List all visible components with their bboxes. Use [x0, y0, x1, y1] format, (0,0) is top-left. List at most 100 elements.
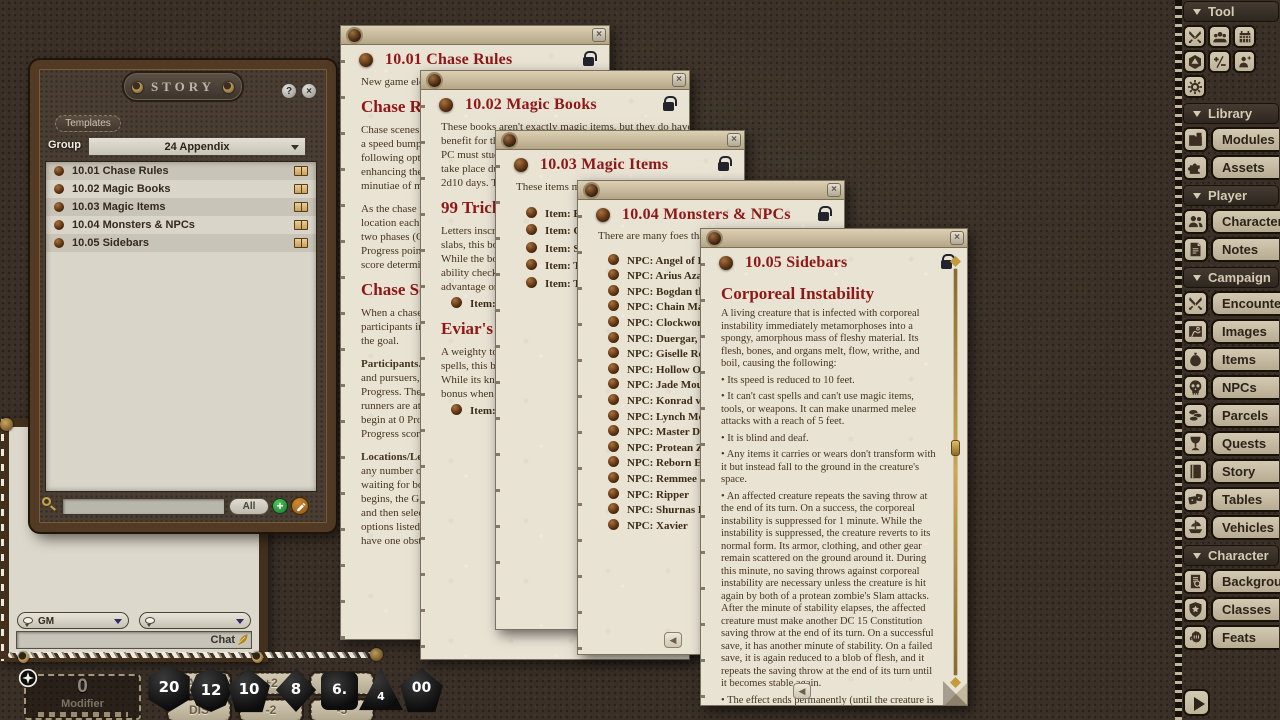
story-window-title-plaque[interactable]: STORY [122, 71, 244, 102]
open-book-icon[interactable] [294, 166, 308, 176]
story-entry-row[interactable]: 10.05 Sidebars [46, 234, 316, 252]
sidebar-item-label[interactable]: Tables [1211, 487, 1279, 512]
window-title-bar[interactable]: × [421, 71, 689, 90]
player-items: Characters Notes [1183, 209, 1279, 262]
record-orb-icon [451, 404, 462, 415]
sidebar-item-label[interactable]: Images [1211, 319, 1279, 344]
open-book-icon[interactable] [294, 238, 308, 248]
record-orb-icon[interactable] [514, 158, 528, 172]
shield-star-icon[interactable] [1183, 597, 1208, 622]
sidebar-item-label[interactable]: Backgrounds [1211, 569, 1280, 594]
close-button[interactable]: × [727, 133, 741, 147]
story-entry-row[interactable]: 10.04 Monsters & NPCs [46, 216, 316, 234]
open-book-icon[interactable] [294, 184, 308, 194]
gear-icon[interactable] [1183, 75, 1206, 98]
resize-corner-handle[interactable] [945, 683, 967, 705]
record-orb-icon [608, 456, 619, 467]
window-title-bar[interactable]: × [701, 229, 967, 248]
crossed-swords-icon[interactable] [1183, 291, 1208, 316]
puzzle-icon[interactable] [1183, 155, 1208, 180]
plus-minus-icon[interactable] [1208, 50, 1231, 73]
sidebar-item-label[interactable]: Vehicles [1211, 515, 1279, 540]
scroll-magnifier-icon[interactable] [1183, 569, 1208, 594]
window-title-bar[interactable]: × [496, 131, 744, 150]
record-orb-icon[interactable] [439, 98, 453, 112]
story-entry-row[interactable]: 10.01 Chase Rules [46, 162, 316, 180]
lock-icon[interactable] [718, 162, 729, 171]
edit-mode-button[interactable] [291, 497, 309, 515]
dice-icon[interactable] [1183, 487, 1208, 512]
note-icon[interactable] [1183, 237, 1208, 262]
sidebar-section-campaign[interactable]: Campaign [1183, 267, 1279, 288]
filter-all-button[interactable]: All [229, 498, 269, 515]
sidebar-item-label[interactable]: Feats [1211, 625, 1279, 650]
folder-icon[interactable] [1183, 127, 1208, 152]
chat-speaker-dropdown[interactable]: GM [17, 612, 129, 629]
add-entry-button[interactable]: + [272, 498, 288, 514]
open-book-icon[interactable] [294, 220, 308, 230]
lock-icon[interactable] [583, 57, 594, 66]
d20-icon[interactable] [1183, 50, 1206, 73]
sidebar-item-label[interactable]: Quests [1211, 431, 1279, 456]
skull-icon[interactable] [1183, 375, 1208, 400]
window-title-bar[interactable]: × [578, 181, 844, 200]
search-input[interactable] [62, 498, 225, 515]
sidebar-item-label[interactable]: Classes [1211, 597, 1279, 622]
goblet-icon[interactable] [1183, 431, 1208, 456]
sidebar-item-label[interactable]: NPCs [1211, 375, 1279, 400]
close-button[interactable]: × [950, 231, 964, 245]
sidebar-item-label[interactable]: Story [1211, 459, 1279, 484]
record-orb-icon[interactable] [719, 256, 733, 270]
sidebar-item-label[interactable]: Characters [1211, 209, 1280, 234]
open-book-icon[interactable] [294, 202, 308, 212]
sidebar-section-character[interactable]: Character [1183, 545, 1279, 566]
effects-icon[interactable] [1233, 50, 1256, 73]
story-entry-row[interactable]: 10.02 Magic Books [46, 180, 316, 198]
group-select[interactable]: 24 Appendix [88, 137, 306, 156]
coins-icon[interactable] [1183, 403, 1208, 428]
close-button[interactable]: × [827, 183, 841, 197]
fist-icon[interactable] [1183, 625, 1208, 650]
help-button[interactable]: ? [281, 83, 297, 99]
sidebar-item-label[interactable]: Notes [1211, 237, 1279, 262]
scrollbar-handle[interactable] [951, 440, 960, 456]
bag-icon[interactable] [1183, 347, 1208, 372]
window-title-bar[interactable]: × [341, 26, 609, 45]
ship-icon[interactable] [1183, 515, 1208, 540]
sidebar-expand-play-button[interactable] [1183, 689, 1210, 716]
book-icon[interactable] [1183, 459, 1208, 484]
close-button[interactable]: × [672, 73, 686, 87]
modifier-cycle-button[interactable] [18, 668, 38, 688]
templates-button[interactable]: Templates [55, 115, 121, 132]
scrollbar[interactable] [954, 269, 957, 675]
close-button[interactable]: × [592, 28, 606, 42]
story-entry-row[interactable]: 10.03 Magic Items [46, 198, 316, 216]
lock-icon[interactable] [663, 102, 674, 111]
record-orb-icon[interactable] [596, 208, 610, 222]
lock-icon[interactable] [818, 212, 829, 221]
sidebar-section-library[interactable]: Library [1183, 103, 1279, 124]
party-icon[interactable] [1208, 25, 1231, 48]
people-icon[interactable] [1183, 209, 1208, 234]
sidebar-item-parcels: Parcels [1183, 403, 1279, 428]
record-orb-icon[interactable] [359, 53, 373, 67]
modifier-box[interactable]: 0 Modifier [24, 674, 141, 720]
die-d6[interactable]: 6. [321, 672, 358, 710]
back-button[interactable]: ◀ [793, 683, 811, 699]
dock-rope-stitching [8, 652, 378, 658]
map-icon[interactable] [1183, 319, 1208, 344]
calendar-icon[interactable] [1233, 25, 1256, 48]
die-d100[interactable]: 00 [400, 668, 443, 714]
sidebar-item-label[interactable]: Items [1211, 347, 1279, 372]
sidebar-section-player[interactable]: Player [1183, 185, 1279, 206]
sidebar-item-label[interactable]: Assets [1211, 155, 1279, 180]
sidebar-item-label[interactable]: Parcels [1211, 403, 1279, 428]
sidebar-section-tool[interactable]: Tool [1183, 1, 1279, 22]
chat-language-dropdown[interactable] [139, 612, 251, 629]
back-button[interactable]: ◀ [664, 632, 682, 648]
close-button[interactable]: × [301, 83, 317, 99]
sidebar-item-label[interactable]: Encounters [1211, 291, 1280, 316]
sidebar-item-label[interactable]: Modules [1211, 127, 1279, 152]
crossed-swords-icon[interactable] [1183, 25, 1206, 48]
chat-input[interactable]: Chat [16, 631, 252, 649]
